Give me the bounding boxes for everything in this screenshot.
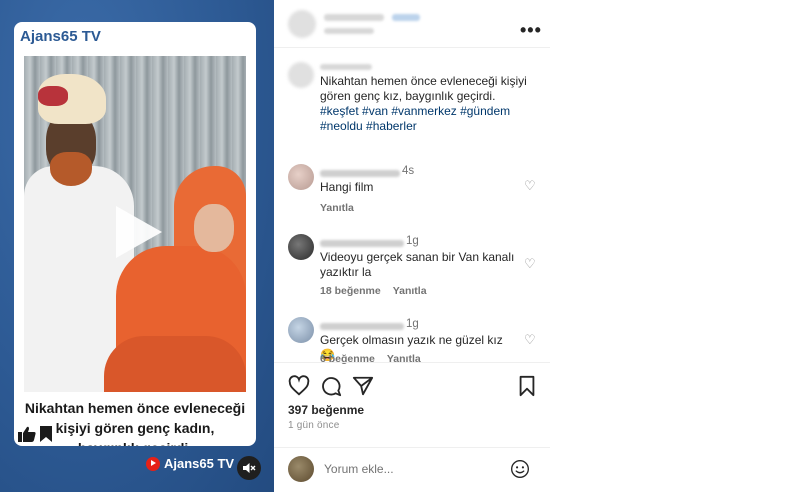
likes-count[interactable]: 397 beğenme bbox=[288, 403, 364, 417]
bookmark-icon[interactable] bbox=[40, 426, 52, 442]
caption-author-avatar[interactable] bbox=[288, 62, 314, 88]
blank-area bbox=[550, 0, 800, 492]
commenter-name-blurred[interactable] bbox=[320, 240, 404, 247]
mute-button[interactable] bbox=[237, 456, 261, 480]
video-caption: Nikahtan hemen önce evleneceği kişiyi gö… bbox=[24, 400, 246, 446]
comment-time: 4s bbox=[402, 165, 415, 177]
comment-meta: 18 beğenme Yanıtla bbox=[320, 285, 427, 297]
commenter-name-blurred[interactable] bbox=[320, 323, 404, 330]
man-beard bbox=[50, 152, 92, 186]
woman-dress-lower bbox=[104, 336, 246, 392]
reply-link[interactable]: Yanıtla bbox=[393, 285, 427, 297]
add-comment-row bbox=[274, 447, 550, 492]
comment-likes[interactable]: 18 beğenme bbox=[320, 285, 381, 297]
post-caption: Nikahtan hemen önce evleneceği kişiyi gö… bbox=[320, 74, 527, 103]
commenter-avatar[interactable] bbox=[288, 164, 314, 190]
post-actions: 397 beğenme 1 gün önce bbox=[274, 362, 550, 492]
emoji-icon[interactable] bbox=[510, 459, 530, 479]
comment-meta: Yanıtla bbox=[320, 202, 354, 214]
heart-icon[interactable]: ♡ bbox=[524, 178, 536, 194]
comment-time: 1g bbox=[406, 318, 419, 330]
brand-name: Ajans65 TV bbox=[164, 456, 235, 471]
video-card: Ajans65 TV Nikahtan hemen önce evleneceğ… bbox=[14, 22, 256, 446]
author-name-blurred[interactable] bbox=[324, 14, 384, 21]
comment-time: 1g bbox=[406, 235, 419, 247]
channel-title: Ajans65 TV bbox=[20, 28, 101, 45]
comment-text: Videoyu gerçek sanan bir Van kanalı yazı… bbox=[320, 250, 515, 279]
turban-band bbox=[38, 86, 68, 106]
share-send-icon[interactable] bbox=[352, 375, 374, 397]
save-bookmark-icon[interactable] bbox=[516, 375, 538, 397]
mute-icon bbox=[243, 463, 256, 473]
reply-link[interactable]: Yanıtla bbox=[320, 202, 354, 214]
commenter-avatar[interactable] bbox=[288, 234, 314, 260]
youtube-logo-icon bbox=[146, 456, 160, 471]
more-options-icon[interactable]: ••• bbox=[520, 20, 542, 41]
follow-link-blurred[interactable] bbox=[392, 14, 420, 21]
post-panel: ••• Nikahtan hemen önce evleneceği kişiy… bbox=[274, 0, 550, 492]
caption-author-blurred[interactable] bbox=[320, 64, 372, 70]
post-header: ••• bbox=[274, 0, 550, 48]
play-icon[interactable] bbox=[116, 206, 162, 258]
brand-row: Ajans65 TV bbox=[146, 456, 234, 471]
post-hashtags[interactable]: #keşfet #van #vanmerkez #gündem #neoldu … bbox=[320, 104, 542, 134]
author-avatar[interactable] bbox=[288, 10, 316, 38]
current-user-avatar bbox=[288, 456, 314, 482]
post-time-ago: 1 gün önce bbox=[288, 420, 340, 431]
woman-face bbox=[194, 204, 234, 252]
commenter-avatar[interactable] bbox=[288, 317, 314, 343]
commenter-name-blurred[interactable] bbox=[320, 170, 400, 177]
thumbs-up-icon[interactable] bbox=[18, 426, 36, 442]
comment-input[interactable] bbox=[324, 462, 504, 476]
like-heart-icon[interactable] bbox=[288, 375, 310, 397]
heart-icon[interactable]: ♡ bbox=[524, 332, 536, 348]
author-subtitle-blurred bbox=[324, 28, 374, 34]
video-thumbnail[interactable] bbox=[24, 56, 246, 392]
video-panel[interactable]: Ajans65 TV Nikahtan hemen önce evleneceğ… bbox=[0, 0, 274, 492]
comment-text: Hangi film bbox=[320, 180, 374, 194]
heart-icon[interactable]: ♡ bbox=[524, 256, 536, 272]
comment-bubble-icon[interactable] bbox=[320, 375, 342, 397]
